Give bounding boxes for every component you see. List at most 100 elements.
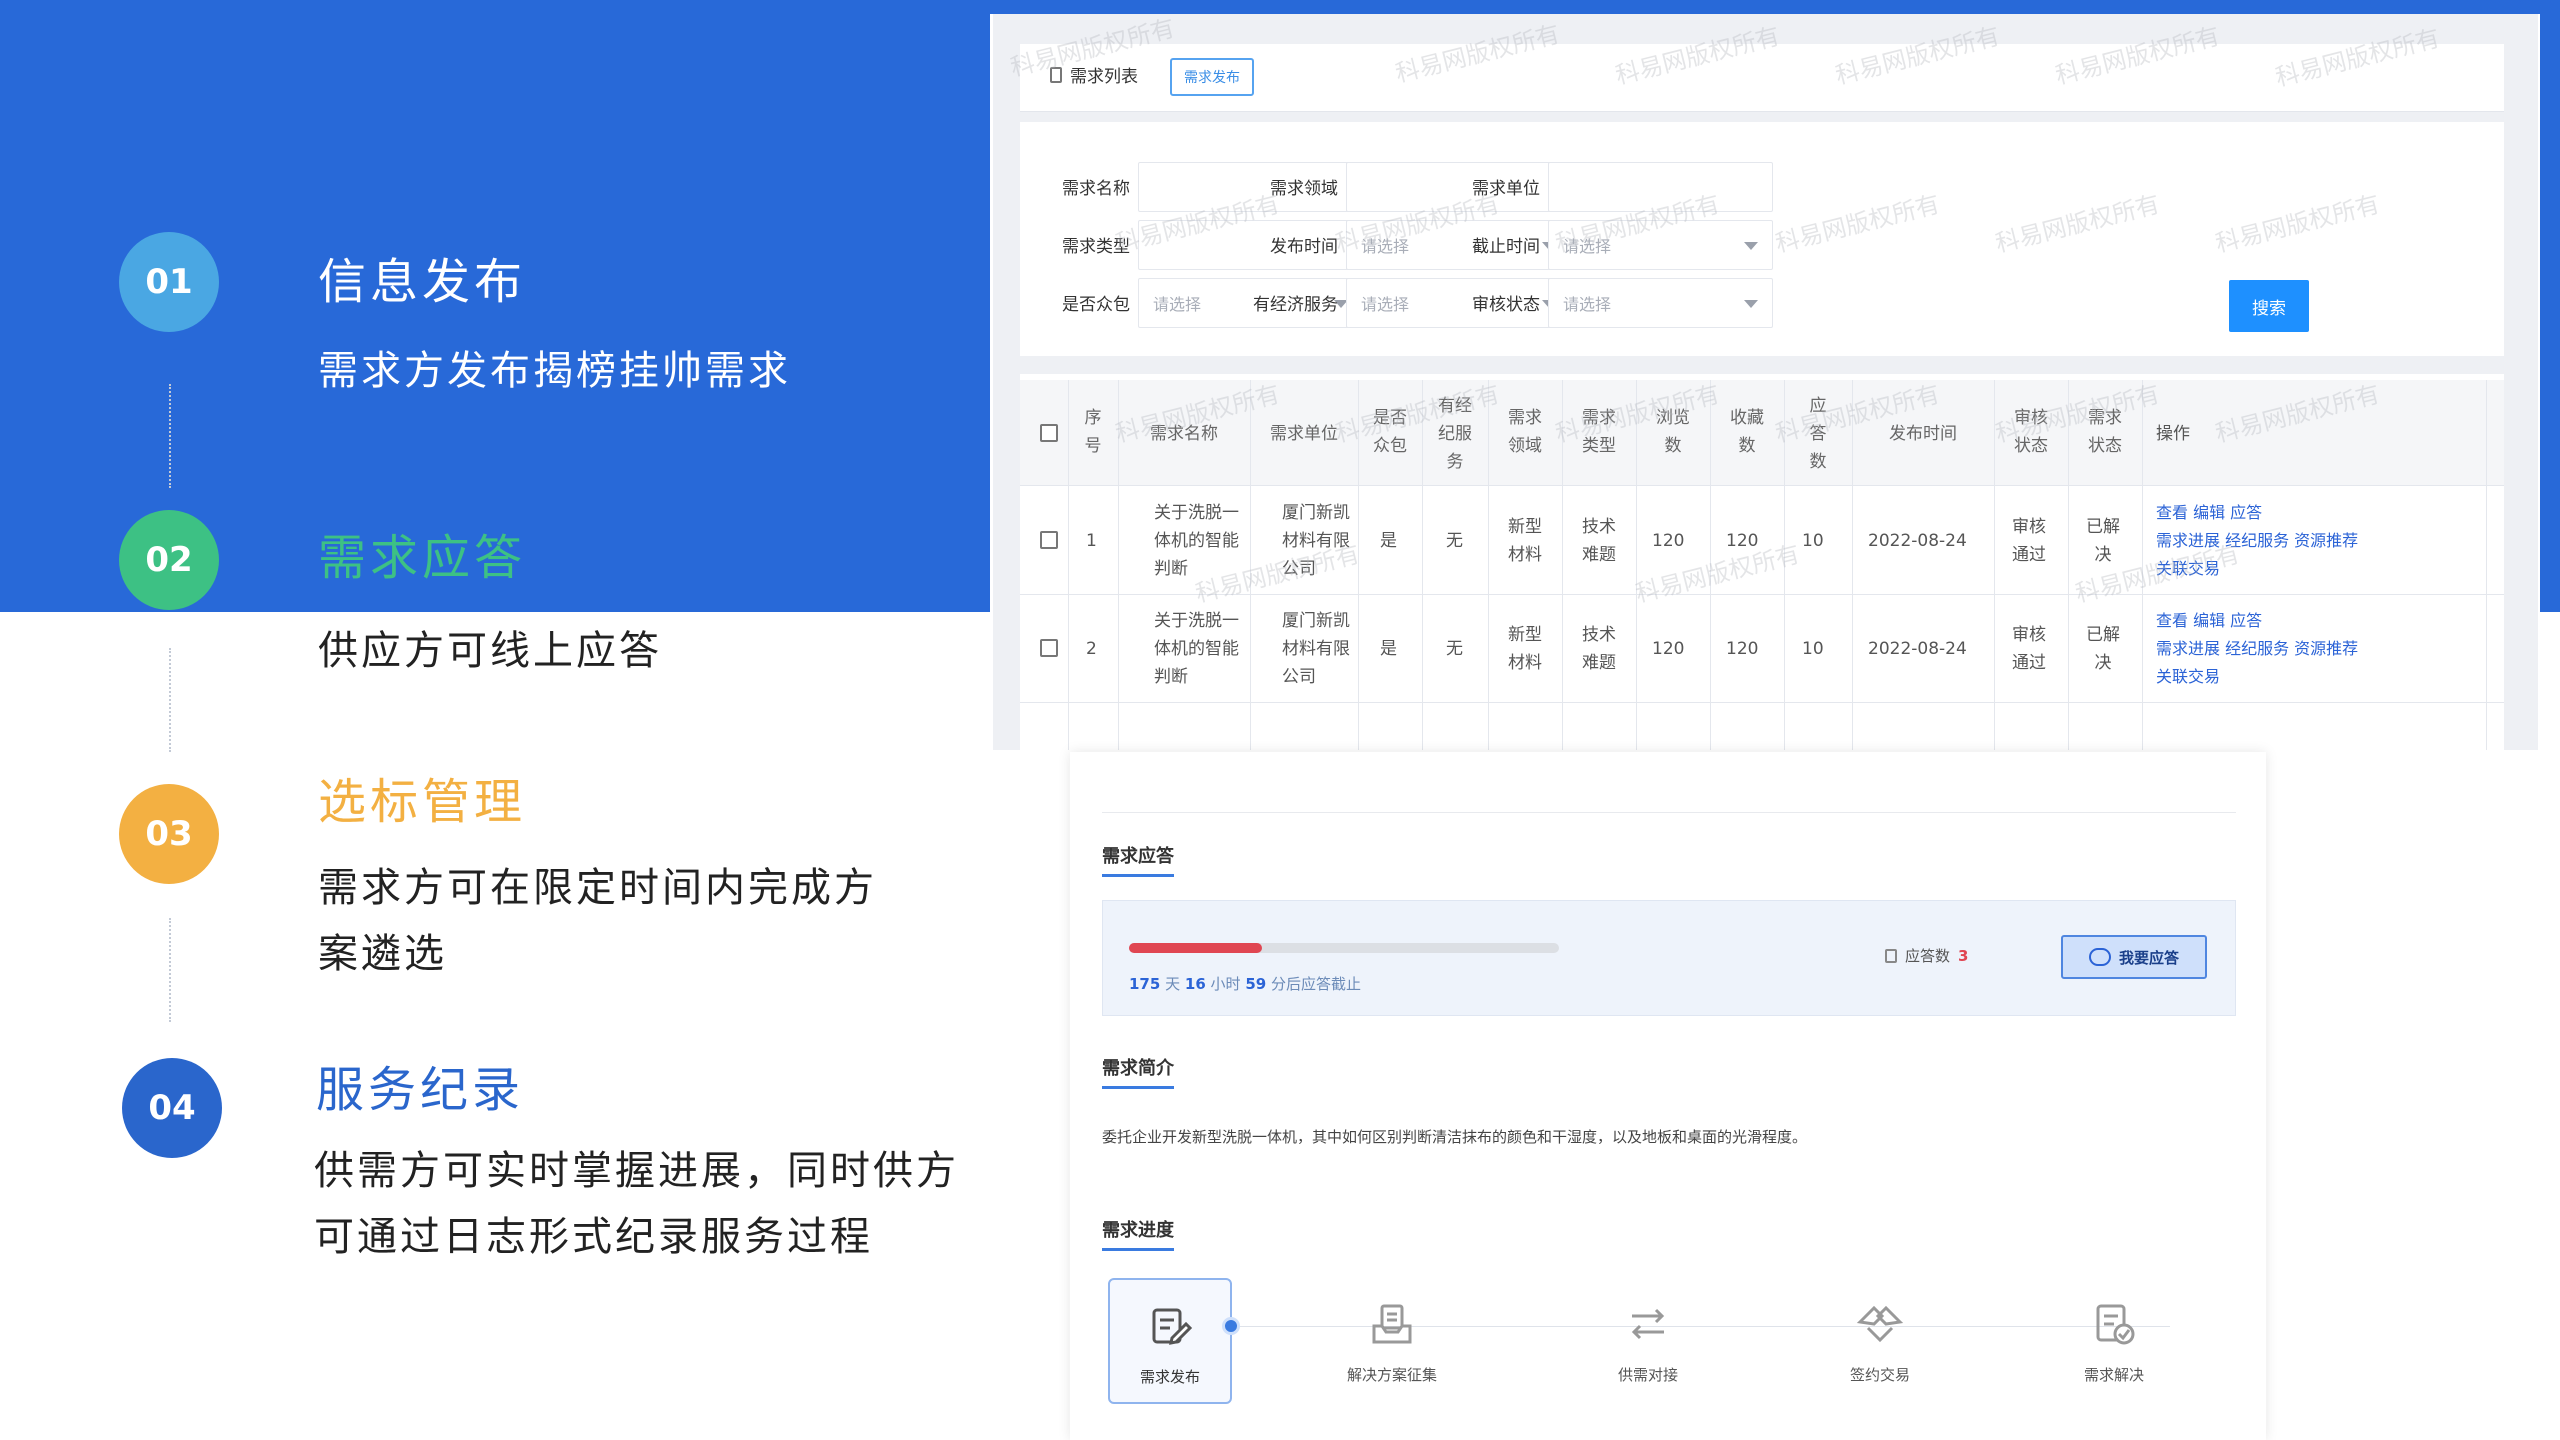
deadline-progress-fill: [1129, 943, 1263, 953]
column-header: 审核 状态: [1994, 404, 2068, 460]
respond-button[interactable]: 我要应答: [2061, 935, 2207, 979]
action-links[interactable]: 关联交易: [2156, 555, 2358, 583]
table-header: 序 号 需求名称 需求单位 是否 众包 有经 纪服 务 需求 领域 需求 类型 …: [1020, 380, 2504, 486]
handshake-icon: [1856, 1300, 1904, 1348]
requirement-status: 已解 决: [2086, 513, 2120, 569]
views-value: 120: [1652, 639, 1685, 659]
table-row: 2 关于洗脱一 体机的智能 判断 厦门新凯 材料有限 公司 是 无 新型 材料: [1020, 595, 2504, 703]
select-placeholder: 请选择: [1153, 295, 1202, 314]
step-3-desc-line: 需求方可在限定时间内完成方: [318, 865, 877, 911]
economic-service-value: 无: [1446, 639, 1463, 659]
filter-label: 需求领域: [1270, 179, 1338, 199]
step-connector: [169, 384, 171, 488]
header-line: 序: [1084, 408, 1102, 428]
header-line: 应: [1809, 396, 1827, 416]
requirement-unit-input[interactable]: [1548, 162, 1773, 212]
header-line: 是否: [1373, 408, 1407, 428]
name-line: 关于洗脱一: [1154, 611, 1239, 631]
column-divider: [1710, 380, 1711, 750]
row-checkbox[interactable]: [1040, 639, 1058, 657]
stage-solution-collection[interactable]: 解决方案征集: [1330, 1278, 1454, 1404]
tab-bar: 需求列表 需求发布: [1020, 44, 2504, 112]
row-checkbox[interactable]: [1040, 531, 1058, 549]
favorites-value: 120: [1726, 531, 1759, 551]
publish-requirement-button[interactable]: 需求发布: [1170, 58, 1254, 96]
requirement-table: 序 号 需求名称 需求单位 是否 众包 有经 纪服 务 需求 领域 需求 类型 …: [1020, 374, 2504, 750]
filter-label: 需求单位: [1472, 179, 1540, 199]
name-line: 体机的智能: [1154, 639, 1239, 659]
deadline-select[interactable]: 请选择: [1548, 220, 1773, 270]
audit-status-select[interactable]: 请选择: [1548, 278, 1773, 328]
action-links[interactable]: 需求进展 经纪服务 资源推荐: [2156, 635, 2358, 663]
crowdsource-value: 是: [1380, 531, 1397, 551]
chevron-down-icon: [1744, 242, 1758, 250]
header-line: 审核: [2014, 408, 2048, 428]
column-divider: [2068, 380, 2069, 750]
requirement-unit: 厦门新凯 材料有限 公司: [1282, 499, 1350, 583]
tab-requirement-list[interactable]: 需求列表: [1050, 62, 1138, 87]
select-all-checkbox[interactable]: [1040, 424, 1058, 442]
step-2-desc: 供应方可线上应答: [318, 628, 662, 674]
requirement-list-screenshot: 需求列表 需求发布 需求名称 需求领域 需求单位 需求类型 发布时间 请选择 截…: [993, 14, 2538, 750]
type-line: 难题: [1582, 545, 1616, 565]
countdown-days: 175: [1129, 975, 1161, 993]
header-line: 答: [1809, 424, 1827, 444]
requirement-detail-screenshot: 需求应答 175 天 16 小时 59 分后应答截止 应答数 3 我要应答 需求…: [1070, 752, 2266, 1440]
stage-publish[interactable]: 需求发布: [1108, 1278, 1232, 1404]
column-header: 序 号: [1068, 404, 1118, 460]
countdown-text: 175 天 16 小时 59 分后应答截止: [1129, 973, 1361, 994]
stage-contract[interactable]: 签约交易: [1818, 1278, 1942, 1404]
countdown-suffix: 分后应答截止: [1271, 975, 1362, 993]
slide: 01 信息发布 需求方发布揭榜挂帅需求 02 需求应答 供应方可线上应答 03 …: [0, 0, 2560, 1440]
column-header: 操作: [2156, 424, 2190, 444]
header-line: 众包: [1373, 436, 1407, 456]
countdown-minutes: 59: [1245, 975, 1267, 993]
status-line: 已解: [2086, 517, 2120, 537]
stage-matching[interactable]: 供需对接: [1586, 1278, 1710, 1404]
header-line: 领域: [1508, 436, 1542, 456]
answers-value: 10: [1802, 531, 1824, 551]
favorites-value: 120: [1726, 639, 1759, 659]
status-line: 决: [2094, 545, 2112, 565]
section-underline: [1102, 1248, 1174, 1251]
filter-label: 是否众包: [1062, 295, 1130, 315]
column-divider: [1358, 380, 1359, 750]
column-header: 需求 领域: [1488, 404, 1562, 460]
intro-text: 委托企业开发新型洗脱一体机，其中如何区别判断清洁抹布的颜色和干湿度，以及地板和桌…: [1102, 1128, 1808, 1146]
section-underline: [1102, 874, 1174, 877]
action-links[interactable]: 查看 编辑 应答: [2156, 607, 2358, 635]
column-divider: [1784, 380, 1785, 750]
countdown-days-unit: 天: [1165, 975, 1181, 993]
name-line: 判断: [1154, 559, 1188, 579]
step-3-desc-line: 案遴选: [318, 931, 447, 977]
row-actions: 查看 编辑 应答 需求进展 经纪服务 资源推荐 关联交易: [2156, 607, 2358, 691]
column-divider: [1488, 380, 1489, 750]
filter-label: 有经济服务: [1253, 295, 1338, 315]
edit-doc-icon: [1146, 1302, 1194, 1350]
column-header: 收藏 数: [1710, 404, 1784, 460]
header-line: 有经: [1438, 396, 1472, 416]
unit-line: 厦门新凯: [1282, 503, 1350, 523]
field-value: 新型 材料: [1508, 513, 1542, 569]
stage-label: 需求解决: [2083, 1366, 2144, 1384]
filter-label: 截止时间: [1472, 237, 1540, 257]
type-value: 技术 难题: [1582, 513, 1616, 569]
action-links[interactable]: 查看 编辑 应答: [2156, 499, 2358, 527]
field-line: 新型: [1508, 517, 1542, 537]
search-button[interactable]: 搜索: [2229, 280, 2309, 332]
status-line: 决: [2094, 653, 2112, 673]
stage-resolved[interactable]: 需求解决: [2052, 1278, 2176, 1404]
column-header: 应 答 数: [1784, 392, 1852, 476]
requirement-name: 关于洗脱一 体机的智能 判断: [1154, 499, 1239, 583]
type-line: 难题: [1582, 653, 1616, 673]
header-line: 号: [1084, 436, 1102, 456]
step-connector: [169, 648, 171, 752]
column-header: 需求单位: [1270, 424, 1338, 444]
action-links[interactable]: 关联交易: [2156, 663, 2358, 691]
step-4-desc-line: 可通过日志形式纪录服务过程: [314, 1214, 873, 1260]
intro-section-title: 需求简介: [1102, 1058, 1174, 1079]
action-links[interactable]: 需求进展 经纪服务 资源推荐: [2156, 527, 2358, 555]
header-line: 务: [1446, 452, 1464, 472]
row-number: 2: [1086, 639, 1097, 659]
stage-label: 签约交易: [1849, 1366, 1910, 1384]
